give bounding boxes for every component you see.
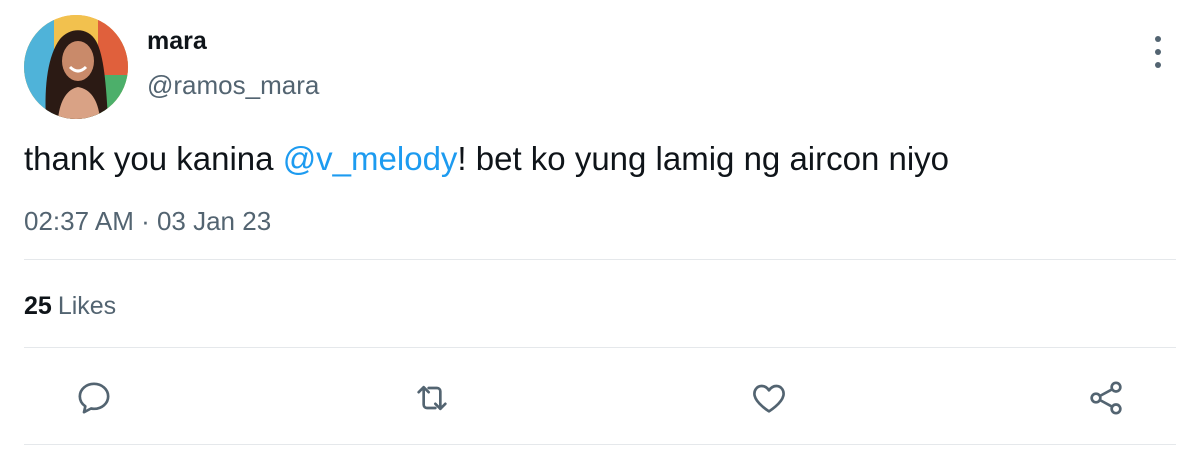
- display-name[interactable]: mara: [147, 27, 207, 56]
- divider: [24, 347, 1176, 348]
- tweet-timestamp[interactable]: 02:37 AM · 03 Jan 23: [24, 206, 271, 237]
- tweet-text: thank you kanina @v_melody! bet ko yung …: [24, 140, 949, 178]
- heart-icon: [753, 384, 785, 413]
- share-button[interactable]: [1084, 376, 1128, 420]
- likes-label: Likes: [57, 292, 117, 320]
- retweet-icon: [417, 385, 447, 411]
- avatar[interactable]: [24, 15, 128, 119]
- more-dot: [1155, 36, 1161, 42]
- likes-stat[interactable]: 25 Likes: [24, 292, 116, 321]
- retweet-button[interactable]: [410, 376, 454, 420]
- divider: [24, 259, 1176, 260]
- like-button[interactable]: [747, 376, 791, 420]
- reply-button[interactable]: [72, 376, 116, 420]
- more-dot: [1155, 62, 1161, 68]
- more-options-icon[interactable]: [1144, 36, 1172, 68]
- user-handle[interactable]: @ramos_mara: [147, 70, 319, 101]
- mention-link[interactable]: @v_melody: [283, 140, 458, 177]
- comment-icon: [78, 382, 110, 414]
- tweet-text-start: thank you kanina: [24, 140, 283, 177]
- share-icon: [1090, 381, 1122, 415]
- tweet-text-end: ! bet ko yung lamig ng aircon niyo: [457, 140, 950, 177]
- profile-photo: [24, 15, 128, 119]
- more-dot: [1155, 49, 1161, 55]
- likes-count: 25: [24, 292, 52, 320]
- divider: [24, 444, 1176, 445]
